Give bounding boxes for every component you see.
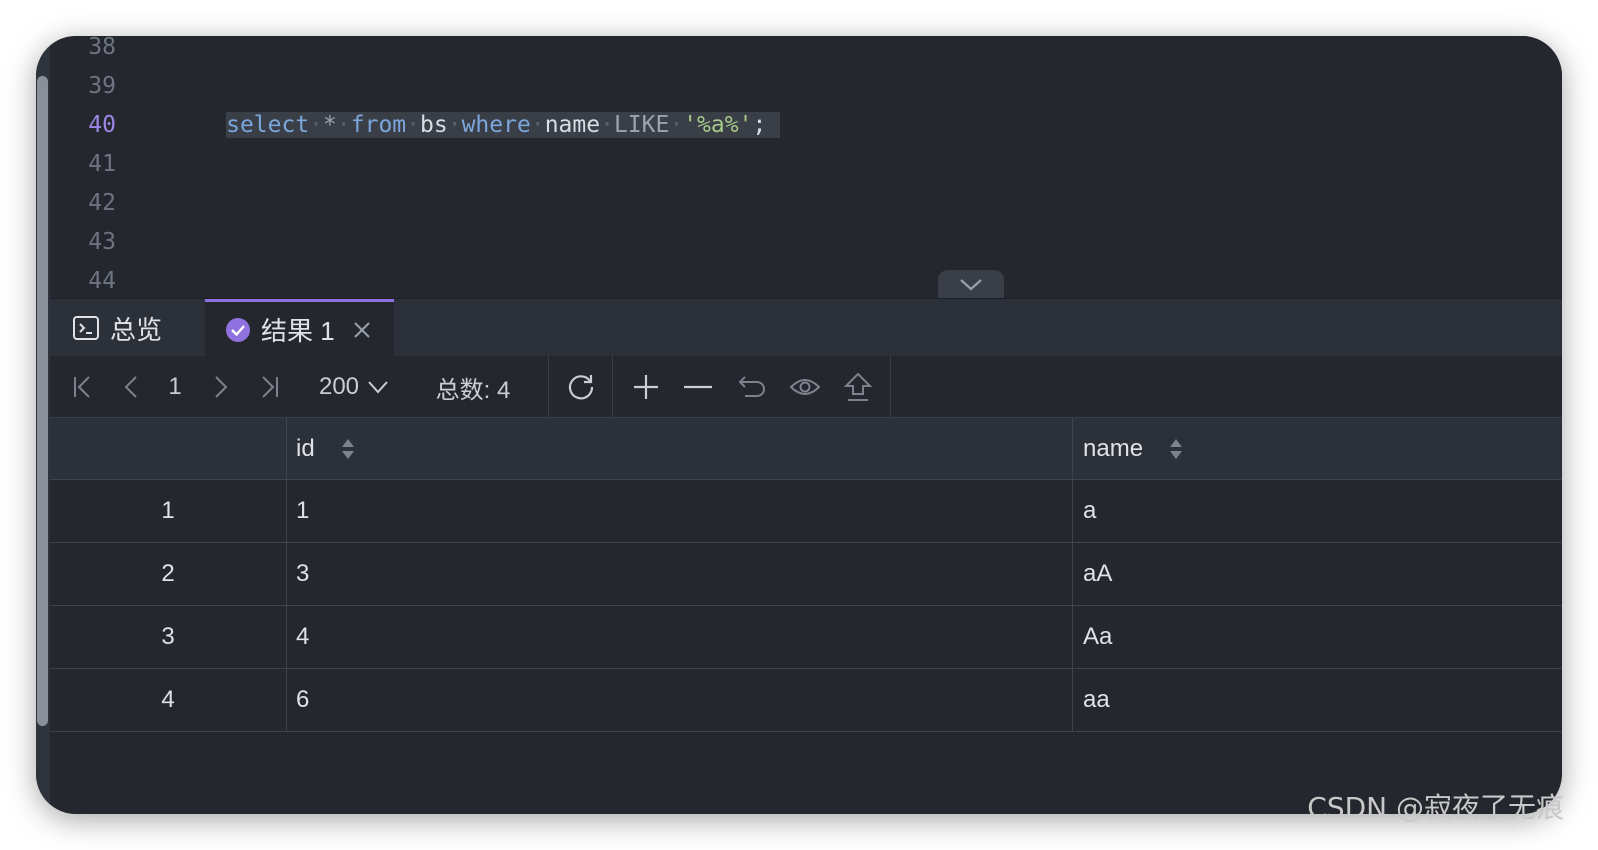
row-index: 4 bbox=[161, 686, 175, 713]
current-page[interactable]: 1 bbox=[160, 356, 190, 418]
last-page-icon[interactable] bbox=[252, 356, 286, 418]
tab-result-1[interactable]: 结果 1 bbox=[205, 299, 394, 357]
selected-query[interactable]: select·*·from·bs·where·name·LIKE·'%a%'; bbox=[226, 112, 781, 138]
terminal-icon bbox=[72, 315, 100, 341]
cell-id[interactable]: 4 bbox=[286, 606, 1072, 668]
sort-icon[interactable] bbox=[1169, 437, 1183, 461]
cell-id[interactable]: 3 bbox=[286, 543, 1072, 605]
first-page-icon[interactable] bbox=[66, 356, 100, 418]
cell-name[interactable]: Aa bbox=[1072, 606, 1562, 668]
cell-name[interactable]: a bbox=[1072, 480, 1562, 542]
result-toolbar: 1 200 总数: 4 bbox=[50, 356, 1562, 418]
check-circle-icon bbox=[225, 317, 251, 343]
chevron-down-icon bbox=[960, 279, 982, 291]
keyword-like: LIKE bbox=[613, 112, 670, 138]
column-identifier: name bbox=[544, 112, 601, 138]
collapse-panel-button[interactable] bbox=[938, 270, 1004, 300]
page-size-select[interactable]: 200 bbox=[312, 356, 396, 418]
table-row[interactable]: 1 1 a bbox=[50, 480, 1562, 543]
cell-id[interactable]: 6 bbox=[286, 669, 1072, 731]
sql-client-window: 38 39 40 41 42 43 44 select·*·from·bs·wh… bbox=[36, 36, 1562, 814]
column-header-id[interactable]: id bbox=[286, 418, 1072, 479]
undo-icon[interactable] bbox=[734, 356, 770, 418]
row-index: 2 bbox=[161, 560, 175, 587]
line-number-active: 40 bbox=[88, 112, 116, 138]
string-literal: '%a%' bbox=[683, 112, 753, 138]
token-star: * bbox=[323, 112, 337, 138]
keyword-where: where bbox=[461, 112, 531, 138]
refresh-icon[interactable] bbox=[562, 356, 600, 418]
result-tabbar: 总览 结果 1 bbox=[50, 298, 1562, 357]
row-index: 3 bbox=[161, 623, 175, 650]
keyword-from: from bbox=[350, 112, 407, 138]
line-number: 43 bbox=[88, 229, 116, 255]
row-index-header bbox=[50, 418, 286, 479]
total-count: 总数: 4 bbox=[435, 376, 511, 404]
scrollbar-thumb[interactable] bbox=[37, 76, 48, 726]
line-number: 42 bbox=[88, 190, 116, 216]
statement-terminator: ; bbox=[752, 112, 767, 138]
column-header-name[interactable]: name bbox=[1072, 418, 1562, 479]
line-number: 41 bbox=[88, 151, 116, 177]
cell-name[interactable]: aa bbox=[1072, 669, 1562, 731]
commit-upload-icon[interactable] bbox=[840, 356, 876, 418]
sql-editor[interactable]: 38 39 40 41 42 43 44 select·*·from·bs·wh… bbox=[50, 36, 1562, 302]
keyword-select: select bbox=[226, 112, 310, 138]
tab-overview[interactable]: 总览 bbox=[72, 299, 162, 357]
vertical-scrollbar[interactable] bbox=[36, 36, 50, 814]
page-size-value: 200 bbox=[318, 373, 360, 400]
table-row[interactable]: 2 3 aA bbox=[50, 543, 1562, 606]
sort-icon[interactable] bbox=[341, 437, 355, 461]
table-row[interactable]: 3 4 Aa bbox=[50, 606, 1562, 669]
column-header-label: name bbox=[1083, 434, 1144, 462]
line-number: 38 bbox=[88, 36, 116, 60]
next-page-icon[interactable] bbox=[204, 356, 238, 418]
add-row-icon[interactable] bbox=[628, 356, 664, 418]
watermark: CSDN @寂夜了无痕 bbox=[1307, 791, 1564, 824]
cell-name[interactable]: aA bbox=[1072, 543, 1562, 605]
preview-eye-icon[interactable] bbox=[786, 356, 824, 418]
prev-page-icon[interactable] bbox=[114, 356, 148, 418]
code-line-query[interactable]: select·*·from·bs·where·name·LIKE·'%a%'; bbox=[143, 67, 781, 138]
line-number: 39 bbox=[88, 73, 116, 99]
table-identifier: bs bbox=[420, 112, 448, 138]
row-index: 1 bbox=[161, 497, 175, 524]
table-header: id name bbox=[50, 418, 1562, 480]
close-icon[interactable] bbox=[353, 321, 371, 339]
column-header-label: id bbox=[296, 434, 315, 462]
chevron-down-icon bbox=[368, 381, 388, 394]
delete-row-icon[interactable] bbox=[680, 356, 716, 418]
line-number: 44 bbox=[88, 268, 116, 294]
result-table: id name 1 1 a 2 3 aA 3 4 Aa 4 6 aa bbox=[50, 418, 1562, 732]
tab-result-label: 结果 1 bbox=[261, 316, 335, 346]
tab-overview-label: 总览 bbox=[110, 314, 163, 345]
cell-id[interactable]: 1 bbox=[286, 480, 1072, 542]
table-row[interactable]: 4 6 aa bbox=[50, 669, 1562, 732]
